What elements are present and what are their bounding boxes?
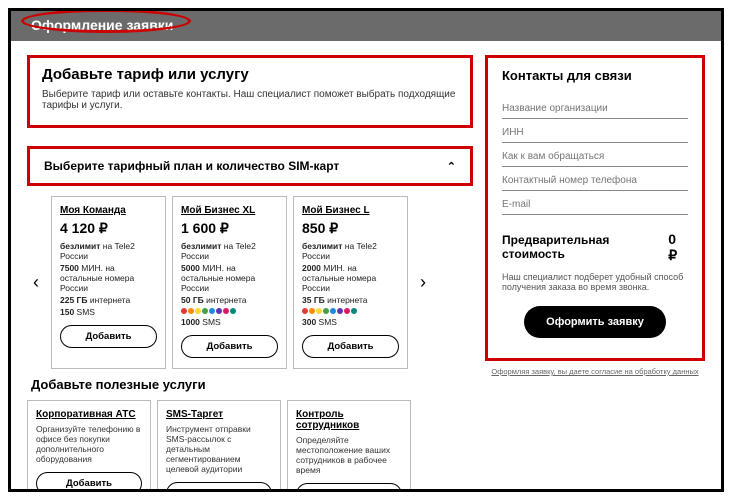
price-value: 0 ₽	[668, 231, 688, 264]
app-frame: Оформление заявки Добавьте тариф или усл…	[8, 8, 724, 492]
page-title: Оформление заявки	[31, 17, 173, 33]
intro-section: Добавьте тариф или услугу Выберите тариф…	[27, 55, 473, 128]
service-desc: Организуйте телефонию в офисе без покупк…	[36, 424, 142, 464]
plan-detail: 7500 МИН. на остальные номера России	[60, 263, 157, 293]
plan-price: 1 600 ₽	[181, 220, 278, 237]
plan-detail: 50 ГБ интернета	[181, 295, 278, 305]
price-note: Наш специалист подберет удобный способ п…	[502, 272, 688, 292]
plan-price: 850 ₽	[302, 220, 399, 237]
plan-detail: 5000 МИН. на остальные номера России	[181, 263, 278, 293]
plan-card: Моя Команда 4 120 ₽ безлимит на Tele2 Росс…	[51, 196, 166, 369]
plan-name[interactable]: Моя Команда	[60, 205, 157, 216]
plan-name[interactable]: Мой Бизнес XL	[181, 205, 278, 216]
email-input[interactable]	[502, 191, 688, 215]
add-service-button[interactable]: Добавить	[36, 472, 142, 492]
carousel-next[interactable]: ›	[414, 196, 432, 369]
add-plan-button[interactable]: Добавить	[181, 335, 278, 358]
services-row: Корпоративная АТС Организуйте телефонию в…	[27, 400, 473, 492]
plan-detail: 150 SMS	[60, 307, 157, 317]
plan-detail: 225 ГБ интернета	[60, 295, 157, 305]
name-input[interactable]	[502, 143, 688, 167]
dots-icon	[181, 308, 278, 314]
plan-detail: безлимит на Tele2 России	[302, 241, 399, 261]
chevron-up-icon: ⌃	[447, 160, 456, 173]
intro-title: Добавьте тариф или услугу	[42, 66, 458, 83]
plan-detail: безлимит на Tele2 России	[60, 241, 157, 261]
service-name[interactable]: SMS-Таргет	[166, 409, 272, 420]
intro-text: Выберите тариф или оставьте контакты. На…	[42, 89, 458, 111]
service-card: Контроль сотрудников Определяйте местопол…	[287, 400, 411, 492]
plans-carousel: ‹ Моя Команда 4 120 ₽ безлимит на Tele2 Ро…	[27, 196, 473, 369]
tariff-accordion-header[interactable]: Выберите тарифный план и количество SIM-…	[27, 146, 473, 186]
service-desc: Инструмент отправки SMS-рассылок с детал…	[166, 424, 272, 474]
inn-input[interactable]	[502, 119, 688, 143]
add-service-button[interactable]: Добавить	[296, 483, 402, 492]
header-bar: Оформление заявки	[11, 11, 721, 41]
add-service-button[interactable]: Добавить	[166, 482, 272, 492]
service-card: Корпоративная АТС Организуйте телефонию в…	[27, 400, 151, 492]
add-plan-button[interactable]: Добавить	[302, 335, 399, 358]
plan-price: 4 120 ₽	[60, 220, 157, 237]
submit-button[interactable]: Оформить заявку	[524, 306, 666, 338]
plan-detail: 2000 МИН. на остальные номера России	[302, 263, 399, 293]
service-desc: Определяйте местоположение ваших сотрудн…	[296, 435, 402, 475]
plan-card: Мой Бизнес XL 1 600 ₽ безлимит на Tele2 Ро…	[172, 196, 287, 369]
plan-detail: безлимит на Tele2 России	[181, 241, 278, 261]
plan-detail: 35 ГБ интернета	[302, 295, 399, 305]
add-plan-button[interactable]: Добавить	[60, 325, 157, 348]
phone-input[interactable]	[502, 167, 688, 191]
carousel-prev[interactable]: ‹	[27, 196, 45, 369]
left-column: Добавьте тариф или услугу Выберите тариф…	[27, 55, 473, 492]
contact-title: Контакты для связи	[502, 68, 688, 83]
dots-icon	[302, 308, 399, 314]
accordion-title: Выберите тарифный план и количество SIM-…	[44, 159, 339, 173]
plan-detail: 300 SMS	[302, 317, 399, 327]
price-label: Предварительная стоимость	[502, 233, 668, 261]
agreement-note: Оформляя заявку, вы даете согласие на об…	[485, 367, 705, 376]
service-name[interactable]: Контроль сотрудников	[296, 409, 402, 431]
plan-detail: 1000 SMS	[181, 317, 278, 327]
plan-card: Мой Бизнес L 850 ₽ безлимит на Tele2 Росси…	[293, 196, 408, 369]
contact-panel: Контакты для связи Предварительная стоим…	[485, 55, 705, 361]
plan-name[interactable]: Мой Бизнес L	[302, 205, 399, 216]
right-column: Контакты для связи Предварительная стоим…	[485, 55, 705, 492]
org-input[interactable]	[502, 95, 688, 119]
services-title: Добавьте полезные услуги	[31, 377, 473, 392]
service-name[interactable]: Корпоративная АТС	[36, 409, 142, 420]
service-card: SMS-Таргет Инструмент отправки SMS-рассыл…	[157, 400, 281, 492]
